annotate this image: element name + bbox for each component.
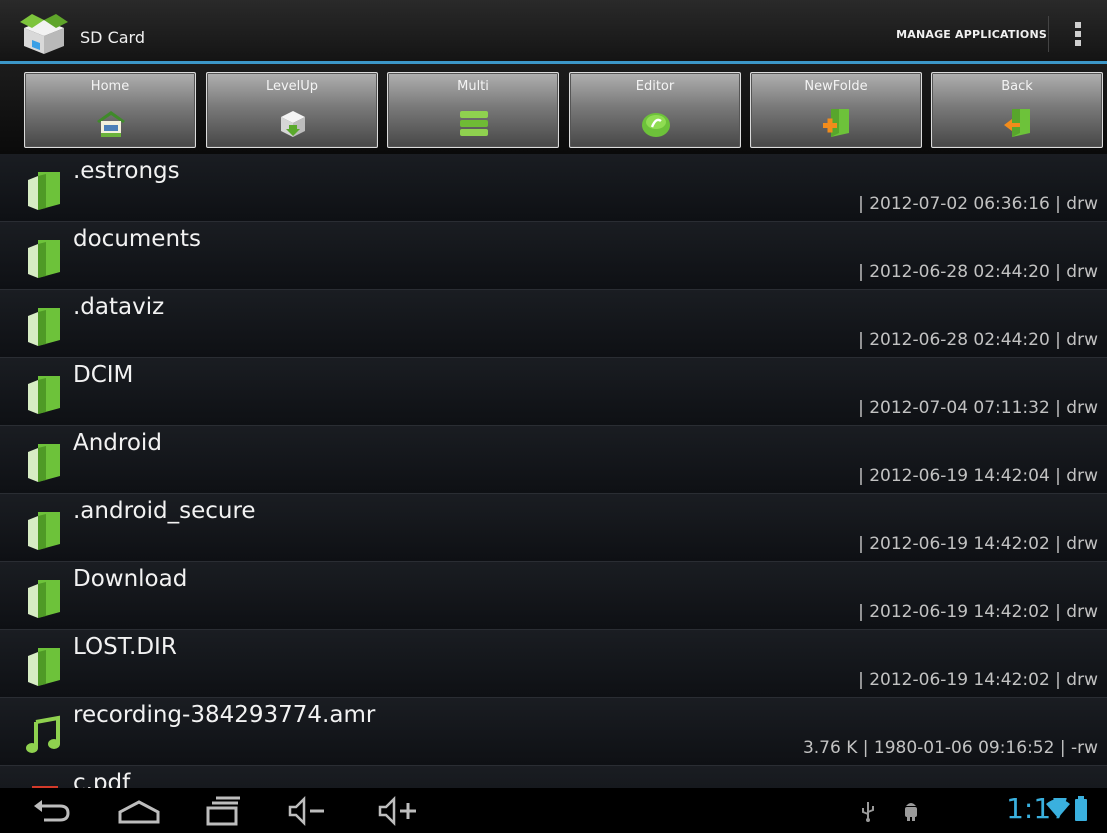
file-meta: | 2012-06-19 14:42:02 | drw <box>858 534 1098 554</box>
back-nav-icon[interactable] <box>30 794 74 828</box>
music-file-icon <box>26 715 60 753</box>
list-item[interactable]: .android_secure | 2012-06-19 14:42:02 | … <box>0 494 1107 562</box>
editor-button[interactable]: Editor <box>569 72 741 148</box>
folder-icon <box>28 444 60 482</box>
recent-apps-icon[interactable] <box>204 794 242 828</box>
new-folder-button-label: NewFolde <box>804 79 868 94</box>
home-icon <box>97 111 125 137</box>
editor-button-label: Editor <box>635 79 675 94</box>
file-name: c.pdf <box>73 770 131 788</box>
volume-up-icon[interactable] <box>376 794 420 828</box>
file-meta: | 2012-06-19 14:42:04 | drw <box>858 466 1098 486</box>
level-up-button-label: LevelUp <box>265 79 319 94</box>
file-name: .estrongs <box>73 158 180 184</box>
home-button[interactable]: Home <box>24 72 196 148</box>
file-name: LOST.DIR <box>73 634 177 660</box>
volume-down-icon[interactable] <box>286 794 326 828</box>
file-name: Android <box>73 430 162 456</box>
battery-icon <box>1075 796 1087 821</box>
action-bar: SD Card MANAGE APPLICATIONS <box>0 0 1107 64</box>
usb-icon <box>862 802 874 822</box>
back-icon <box>1004 109 1030 137</box>
file-name: recording-384293774.amr <box>73 702 376 728</box>
list-item[interactable]: Android | 2012-06-19 14:42:04 | drw <box>0 426 1107 494</box>
file-name: Download <box>73 566 188 592</box>
page-title: SD Card <box>80 28 145 47</box>
home-button-label: Home <box>90 79 130 94</box>
folder-icon <box>28 376 60 414</box>
file-meta: | 2012-07-04 07:11:32 | drw <box>858 398 1098 418</box>
app-box-icon[interactable] <box>18 10 70 56</box>
file-name: .dataviz <box>73 294 165 320</box>
file-meta: | 2012-06-28 02:44:20 | drw <box>858 330 1098 350</box>
toolbar: Home LevelUp Multi Editor NewFolde Back <box>0 64 1107 154</box>
action-divider <box>1048 16 1049 52</box>
wifi-icon <box>1046 799 1070 818</box>
new-folder-button[interactable]: NewFolde <box>750 72 922 148</box>
new-folder-icon <box>823 109 849 137</box>
android-debug-icon <box>905 803 917 821</box>
folder-icon <box>28 512 60 550</box>
file-meta: | 2012-06-19 14:42:02 | drw <box>858 602 1098 622</box>
level-up-icon <box>281 111 305 137</box>
multi-button-label: Multi <box>457 79 489 94</box>
file-name: .android_secure <box>73 498 256 524</box>
file-meta: 3.76 K | 1980-01-06 09:16:52 | -rw <box>802 738 1098 758</box>
file-meta: | 2012-06-28 02:44:20 | drw <box>858 262 1098 282</box>
list-item[interactable]: DCIM | 2012-07-04 07:11:32 | drw <box>0 358 1107 426</box>
home-nav-icon[interactable] <box>116 794 162 828</box>
list-item[interactable]: .estrongs | 2012-07-02 06:36:16 | drw <box>0 154 1107 222</box>
file-meta: | 2012-06-19 14:42:02 | drw <box>858 670 1098 690</box>
folder-icon <box>28 308 60 346</box>
folder-icon <box>28 580 60 618</box>
back-button-label: Back <box>1001 79 1033 94</box>
file-list: .estrongs | 2012-07-02 06:36:16 | drw do… <box>0 154 1107 788</box>
overflow-menu-icon[interactable] <box>1069 22 1087 50</box>
list-item[interactable]: Download | 2012-06-19 14:42:02 | drw <box>0 562 1107 630</box>
folder-icon <box>28 240 60 278</box>
list-item[interactable]: LOST.DIR | 2012-06-19 14:42:02 | drw <box>0 630 1107 698</box>
manage-applications-button[interactable]: MANAGE APPLICATIONS <box>896 28 1047 41</box>
multi-button[interactable]: Multi <box>387 72 559 148</box>
file-name: DCIM <box>73 362 134 388</box>
list-item[interactable]: .dataviz | 2012-06-28 02:44:20 | drw <box>0 290 1107 358</box>
file-meta: | 2012-07-02 06:36:16 | drw <box>858 194 1098 214</box>
editor-icon <box>642 113 670 137</box>
back-button[interactable]: Back <box>931 72 1103 148</box>
system-bar: 1:17 <box>0 788 1107 833</box>
level-up-button[interactable]: LevelUp <box>206 72 378 148</box>
list-item[interactable]: documents | 2012-06-28 02:44:20 | drw <box>0 222 1107 290</box>
folder-icon <box>28 648 60 686</box>
multi-select-icon <box>460 111 488 136</box>
folder-icon <box>28 172 60 210</box>
list-item[interactable]: recording-384293774.amr 3.76 K | 1980-01… <box>0 698 1107 766</box>
list-item[interactable]: c.pdf <box>0 766 1107 788</box>
file-name: documents <box>73 226 202 252</box>
